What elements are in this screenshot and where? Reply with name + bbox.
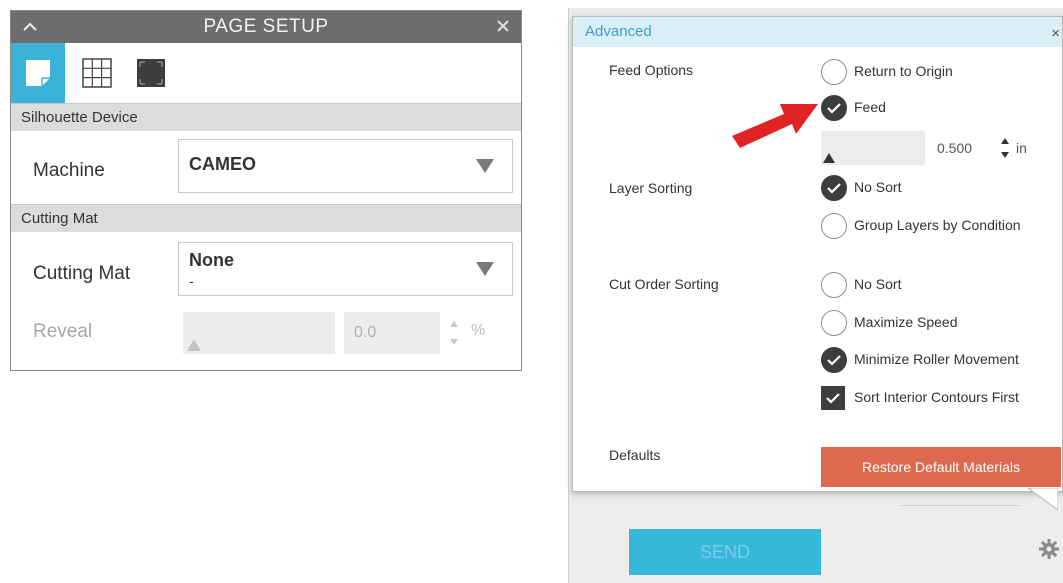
cut-order-sorting-label: Cut Order Sorting (609, 276, 719, 292)
feed-distance-input[interactable]: 0.500 (937, 140, 972, 156)
radio-unchecked-icon (821, 310, 847, 336)
defaults-label: Defaults (609, 447, 661, 463)
page-icon (26, 60, 50, 86)
radio-unchecked-icon (821, 59, 847, 85)
page-setup-panel: PAGE SETUP Silhouette Device Machine CAM… (10, 10, 522, 371)
dropdown-arrow-icon (476, 262, 494, 276)
advanced-title: Advanced (585, 23, 652, 40)
stepper-icon[interactable] (1000, 136, 1010, 160)
feed-unit: in (1016, 140, 1027, 156)
checkbox-label: Sort Interior Contours First (854, 389, 1019, 405)
popover-tail (1028, 488, 1058, 510)
radio-checked-icon (821, 175, 847, 201)
gear-icon[interactable] (1038, 538, 1060, 560)
cutting-mat-value: None (189, 250, 234, 270)
radio-label: Group Layers by Condition (854, 217, 1021, 233)
radio-unchecked-icon (821, 272, 847, 298)
radio-label: Return to Origin (854, 63, 953, 79)
slider-thumb-icon[interactable] (823, 153, 835, 163)
close-icon[interactable]: × (1051, 25, 1060, 42)
tab-page[interactable] (11, 43, 65, 103)
machine-select[interactable]: CAMEO (178, 139, 513, 193)
send-button[interactable]: SEND (629, 529, 821, 575)
dropdown-arrow-icon (476, 159, 494, 173)
radio-label: Feed (854, 99, 886, 115)
layer-sorting-label: Layer Sorting (609, 180, 693, 196)
machine-label: Machine (33, 160, 105, 181)
reveal-slider[interactable] (183, 312, 335, 354)
page-setup-title: PAGE SETUP (203, 16, 329, 37)
radio-label: No Sort (854, 276, 902, 292)
page-setup-titlebar: PAGE SETUP (11, 11, 521, 43)
radio-checked-icon (821, 347, 847, 373)
registration-marks-icon (137, 59, 165, 87)
reveal-unit: % (471, 322, 486, 339)
advanced-header: Advanced × (573, 17, 1062, 47)
annotation-arrow-icon (732, 104, 818, 148)
cutting-mat-label: Cutting Mat (33, 263, 131, 284)
feed-distance-slider[interactable] (821, 131, 925, 165)
restore-default-materials-button[interactable]: Restore Default Materials (821, 447, 1061, 487)
cutting-mat-subvalue: - (189, 273, 194, 289)
close-icon[interactable] (493, 16, 513, 36)
tab-bleed[interactable] (123, 43, 177, 103)
machine-value: CAMEO (189, 154, 256, 174)
radio-checked-icon (821, 95, 847, 121)
tab-grid[interactable] (69, 43, 123, 103)
slider-thumb-icon[interactable] (187, 339, 201, 351)
section-silhouette-device: Silhouette Device (11, 103, 521, 131)
radio-label: No Sort (854, 179, 902, 195)
advanced-panel: Advanced × Feed Options Return to Origin… (572, 16, 1063, 492)
feed-options-label: Feed Options (609, 62, 694, 78)
radio-label: Minimize Roller Movement (854, 351, 1019, 367)
grid-icon (82, 58, 112, 88)
checkbox-checked-icon (821, 386, 845, 410)
reveal-input[interactable]: 0.0 (344, 312, 440, 354)
cutting-mat-select[interactable]: None - (178, 242, 513, 296)
chevron-up-icon[interactable] (19, 16, 41, 38)
stepper-icon[interactable] (449, 319, 459, 347)
radio-label: Maximize Speed (854, 314, 958, 330)
radio-unchecked-icon (821, 213, 847, 239)
page-setup-tabs (11, 43, 521, 103)
divider (900, 505, 1020, 506)
section-cutting-mat: Cutting Mat (11, 204, 521, 232)
reveal-label: Reveal (33, 321, 93, 342)
